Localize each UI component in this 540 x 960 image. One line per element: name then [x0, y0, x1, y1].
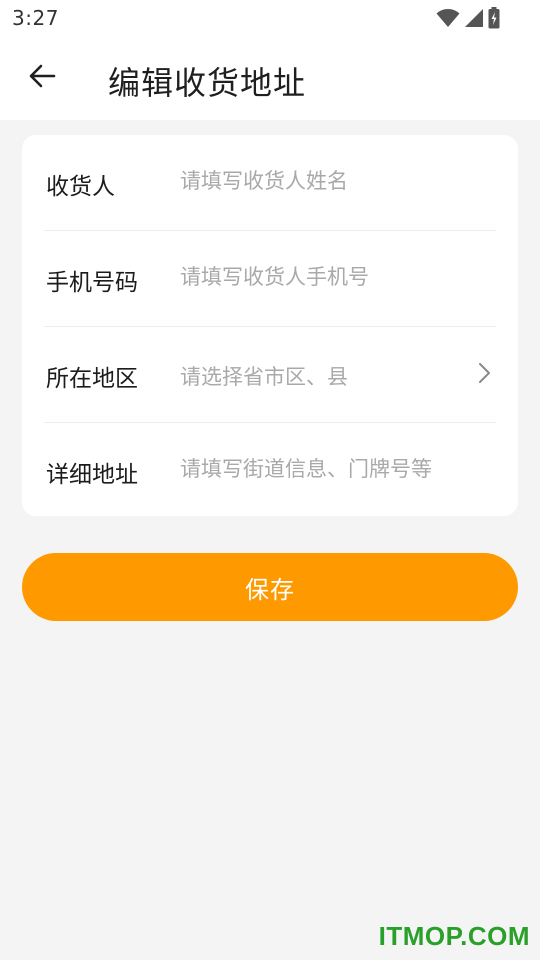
- region-selector[interactable]: 所在地区 请选择省市区、县: [44, 327, 496, 423]
- region-label: 所在地区: [46, 366, 138, 392]
- status-icons: [436, 7, 500, 29]
- battery-icon: [488, 7, 500, 29]
- status-bar: 3:27: [0, 0, 540, 36]
- phone-number-input[interactable]: [180, 257, 460, 297]
- address-form-card: 收货人 手机号码 所在地区 请选择省市区、县 详细地址: [22, 135, 518, 516]
- form-row-address: 详细地址: [44, 423, 496, 516]
- address-label: 详细地址: [46, 462, 138, 488]
- page-title: 编辑收货地址: [108, 64, 307, 102]
- cell-signal-icon: [464, 8, 484, 28]
- status-time: 3:27: [12, 6, 59, 30]
- form-row-recipient: 收货人: [44, 135, 496, 231]
- back-button[interactable]: [18, 56, 66, 100]
- chevron-right-icon: [472, 361, 496, 385]
- form-row-phone: 手机号码: [44, 231, 496, 327]
- wifi-icon: [436, 8, 460, 28]
- back-arrow-icon: [28, 62, 56, 94]
- region-placeholder: 请选择省市区、县: [180, 365, 348, 389]
- save-button[interactable]: 保存: [22, 553, 518, 621]
- recipient-label: 收货人: [46, 174, 115, 200]
- watermark: ITMOP.COM: [378, 921, 530, 951]
- phone-label: 手机号码: [46, 270, 138, 296]
- recipient-name-input[interactable]: [180, 161, 460, 201]
- app-bar: 编辑收货地址: [0, 36, 540, 120]
- detail-address-input[interactable]: [180, 449, 460, 489]
